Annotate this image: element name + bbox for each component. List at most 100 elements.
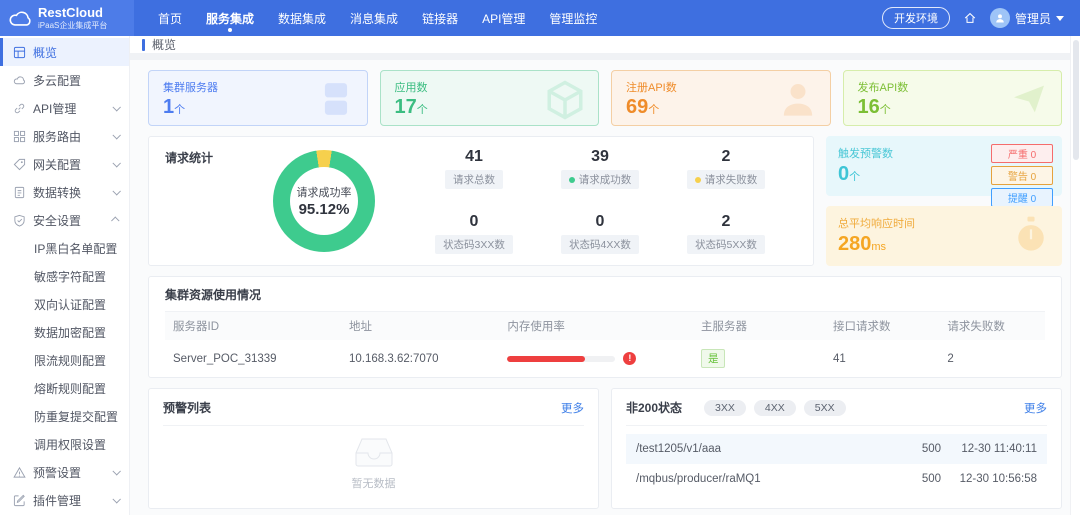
request-path: /test1205/v1/aaa — [636, 443, 905, 455]
sidebar-item-multicloud-config[interactable]: 多云配置 — [0, 66, 129, 94]
chevron-down-icon — [112, 131, 120, 139]
topbar: RestCloud iPaaS企业集成平台 首页 服务集成 数据集成 消息集成 … — [0, 0, 1080, 36]
brand-name: RestCloud — [38, 6, 107, 21]
sidebar-item-rate-limit-rules[interactable]: 限流规则配置 — [0, 346, 129, 374]
tag-icon — [13, 158, 26, 171]
alert-list-panel: 预警列表 更多 暂无数据 — [148, 388, 599, 509]
sidebar-item-plugin-management[interactable]: 插件管理 — [0, 486, 129, 514]
metric-status-5xx: 2 状态码5XX数 — [663, 213, 789, 254]
list-item[interactable]: /test1205/v1/aaa 500 12-30 11:40:11 — [626, 434, 1047, 464]
sidebar-item-ip-blackwhite-list[interactable]: IP黑白名单配置 — [0, 234, 129, 262]
sidebar-item-data-encryption[interactable]: 数据加密配置 — [0, 318, 129, 346]
non-200-rows: /test1205/v1/aaa 500 12-30 11:40:11 /mqb… — [626, 434, 1047, 494]
body: 概览 多云配置 API管理 服务路由 网关配置 — [0, 36, 1080, 515]
donut-value: 95.12% — [299, 201, 350, 218]
sidebar-item-service-routing[interactable]: 服务路由 — [0, 122, 129, 150]
environment-button[interactable]: 开发环境 — [882, 7, 950, 29]
brand-text: RestCloud iPaaS企业集成平台 — [38, 6, 107, 30]
stat-card-published-apis[interactable]: 发布API数 16个 — [843, 70, 1063, 126]
sidebar-item-sensitive-chars[interactable]: 敏感字符配置 — [0, 262, 129, 290]
badge-critical[interactable]: 严重 0 — [991, 144, 1053, 163]
stat-card-registered-apis[interactable]: 注册API数 69个 — [611, 70, 831, 126]
badge-notice[interactable]: 提醒 0 — [991, 188, 1053, 207]
tab-4xx[interactable]: 4XX — [754, 400, 796, 416]
sidebar-item-mutual-auth[interactable]: 双向认证配置 — [0, 290, 129, 318]
paper-plane-icon — [1009, 79, 1049, 119]
green-dot — [569, 177, 575, 183]
menu-item-home[interactable]: 首页 — [146, 0, 194, 36]
col-memory-usage: 内存使用率 — [499, 312, 693, 340]
menu-item-monitoring[interactable]: 管理监控 — [537, 0, 609, 36]
cell-requests: 41 — [825, 340, 939, 377]
request-stats-panel: 请求统计 请求成功率 95.12% 41 请求总数 — [148, 136, 814, 266]
col-server-id: 服务器ID — [165, 312, 341, 340]
menu-item-data-integration[interactable]: 数据集成 — [266, 0, 338, 36]
sidebar-item-overview[interactable]: 概览 — [0, 38, 129, 66]
document-icon — [13, 186, 26, 199]
sidebar-item-call-permission[interactable]: 调用权限设置 — [0, 430, 129, 458]
sidebar-item-api-management[interactable]: API管理 — [0, 94, 129, 122]
avatar — [990, 8, 1010, 28]
col-failures: 请求失败数 — [939, 312, 1045, 340]
master-badge: 是 — [701, 349, 726, 368]
sidebar-item-alert-settings[interactable]: 预警设置 — [0, 458, 129, 486]
metric-success-requests: 39 请求成功数 — [537, 148, 663, 189]
menu-item-service-integration[interactable]: 服务集成 — [194, 0, 266, 36]
chevron-up-icon — [111, 216, 119, 224]
request-metrics: 41 请求总数 39 请求成功数 2 请求失败数 — [411, 148, 789, 254]
severity-badges: 严重 0 警告 0 提醒 0 — [991, 144, 1053, 207]
empty-text: 暂无数据 — [352, 475, 396, 491]
panel-header: 非200状态 3XX 4XX 5XX 更多 — [626, 399, 1047, 426]
table-header-row: 服务器ID 地址 内存使用率 主服务器 接口请求数 请求失败数 — [165, 312, 1045, 340]
person-icon — [778, 79, 818, 119]
tab-3xx[interactable]: 3XX — [704, 400, 746, 416]
stat-card-cluster-servers[interactable]: 集群服务器 1个 — [148, 70, 368, 126]
col-requests: 接口请求数 — [825, 312, 939, 340]
cell-memory-usage: ! — [499, 340, 693, 377]
sidebar-item-anti-resubmit[interactable]: 防重复提交配置 — [0, 402, 129, 430]
memory-progress-track — [507, 356, 615, 362]
list-item[interactable]: /mqbus/producer/raMQ1 500 12-30 10:56:58 — [626, 464, 1047, 494]
more-link[interactable]: 更多 — [561, 400, 584, 416]
main: 概览 集群服务器 1个 应用数 17个 注册API — [130, 36, 1080, 515]
user-menu[interactable]: 管理员 — [990, 8, 1064, 28]
table-row: Server_POC_31339 10.168.3.62:7070 ! 是 4 — [165, 340, 1045, 377]
status-tabs: 3XX 4XX 5XX — [704, 400, 846, 416]
cluster-resources-panel: 集群资源使用情况 服务器ID 地址 内存使用率 主服务器 接口请求数 请求失败数 — [148, 276, 1062, 378]
route-grid-icon — [13, 130, 26, 143]
metric-total-requests: 41 请求总数 — [411, 148, 537, 189]
user-name: 管理员 — [1015, 10, 1051, 27]
tab-5xx[interactable]: 5XX — [804, 400, 846, 416]
more-link[interactable]: 更多 — [1024, 400, 1047, 416]
topbar-right: 开发环境 管理员 — [882, 0, 1080, 36]
menu-item-api-management[interactable]: API管理 — [470, 0, 537, 36]
timestamp: 12-30 11:40:11 — [941, 443, 1037, 455]
scrollbar[interactable] — [1070, 36, 1080, 515]
cell-failures: 2 — [939, 340, 1045, 377]
panel-header: 预警列表 更多 — [163, 399, 584, 426]
cluster-table: 服务器ID 地址 内存使用率 主服务器 接口请求数 请求失败数 Server_P… — [165, 312, 1045, 377]
mid-row: 请求统计 请求成功率 95.12% 41 请求总数 — [148, 136, 1062, 266]
server-icon — [317, 79, 355, 119]
sidebar-item-security-settings[interactable]: 安全设置 — [0, 206, 129, 234]
cloud-icon — [13, 74, 26, 87]
badge-warning[interactable]: 警告 0 — [991, 166, 1053, 185]
stat-card-applications[interactable]: 应用数 17个 — [380, 70, 600, 126]
brand-logo[interactable]: RestCloud iPaaS企业集成平台 — [0, 0, 134, 36]
panel-title: 请求统计 — [165, 149, 213, 166]
sidebar-item-circuit-breaker-rules[interactable]: 熔断规则配置 — [0, 374, 129, 402]
scrollbar-thumb[interactable] — [1073, 40, 1079, 160]
menu-item-message-integration[interactable]: 消息集成 — [338, 0, 410, 36]
chevron-down-icon — [1056, 16, 1064, 21]
donut-label: 请求成功率 — [297, 184, 352, 200]
breadcrumb-accent — [142, 39, 145, 51]
metric-failed-requests: 2 请求失败数 — [663, 148, 789, 189]
cube-icon — [544, 79, 586, 121]
home-icon[interactable] — [963, 11, 977, 25]
sidebar-item-gateway-config[interactable]: 网关配置 — [0, 150, 129, 178]
menu-item-connector[interactable]: 链接器 — [410, 0, 470, 36]
cell-address: 10.168.3.62:7070 — [341, 340, 499, 377]
sidebar-item-data-transform[interactable]: 数据转换 — [0, 178, 129, 206]
link-icon — [13, 102, 26, 115]
top-menu: 首页 服务集成 数据集成 消息集成 链接器 API管理 管理监控 — [146, 0, 609, 36]
